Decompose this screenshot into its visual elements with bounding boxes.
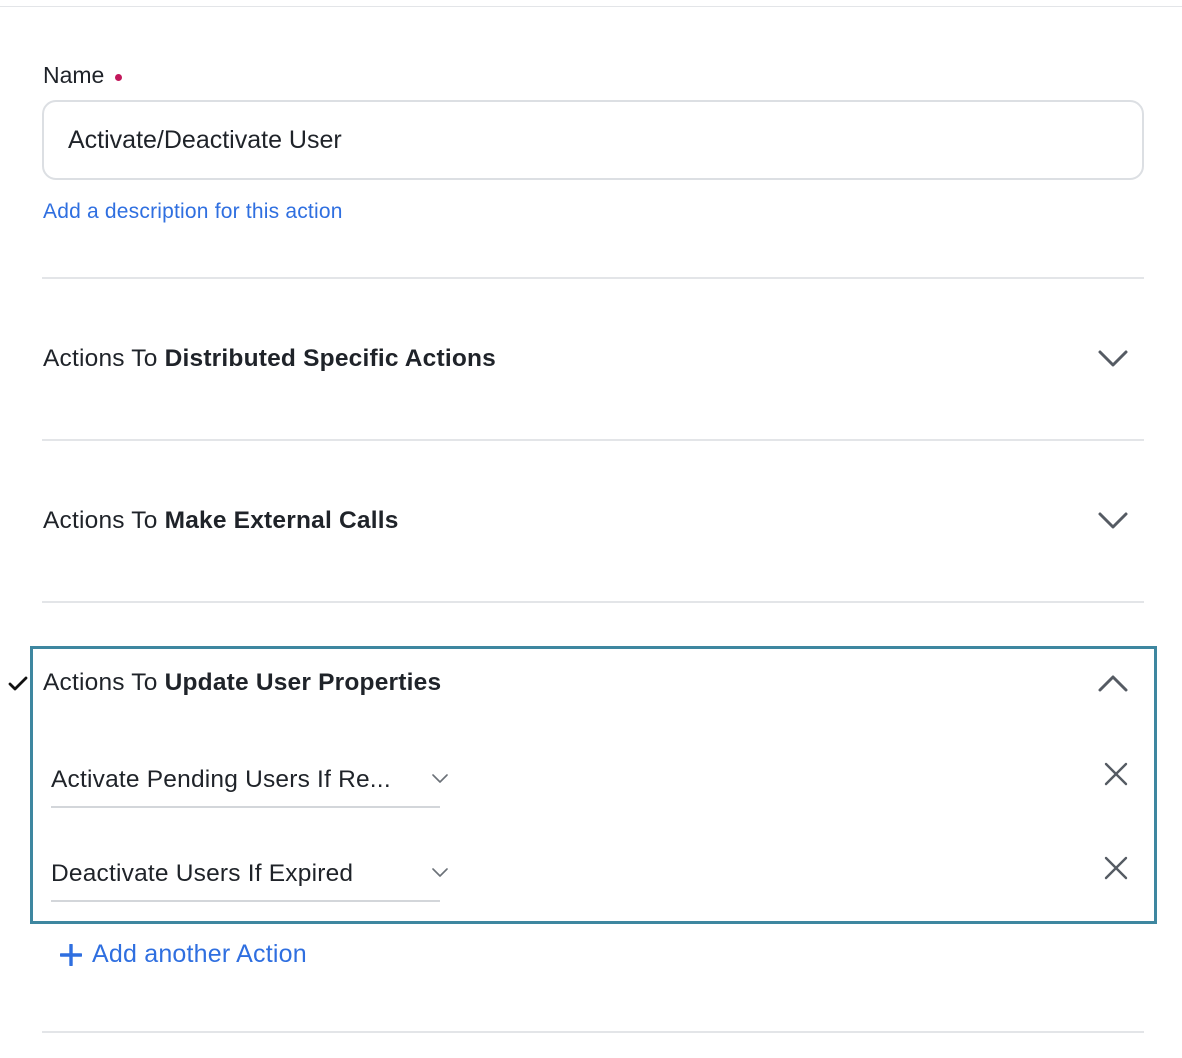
section-header-update-user-properties[interactable]: Actions To Update User Properties	[43, 669, 441, 697]
close-icon[interactable]	[1104, 856, 1128, 880]
action-select-activate-pending-users[interactable]: Activate Pending Users If Re...	[51, 758, 448, 808]
section-divider	[42, 601, 1144, 603]
action-select-value: Deactivate Users If Expired	[51, 860, 354, 887]
action-select-deactivate-users[interactable]: Deactivate Users If Expired	[51, 852, 448, 902]
section-divider	[42, 1031, 1144, 1033]
name-label-text: Name	[43, 62, 105, 88]
add-another-action-button[interactable]: Add another Action	[60, 940, 307, 969]
add-another-action-label: Add another Action	[92, 940, 307, 968]
section-title: Update User Properties	[164, 669, 442, 696]
action-select-value: Activate Pending Users If Re...	[51, 766, 391, 793]
chevron-up-icon[interactable]	[1097, 672, 1129, 694]
chevron-down-icon	[432, 868, 448, 877]
name-label: Name	[43, 62, 123, 89]
check-icon	[8, 676, 28, 691]
close-icon[interactable]	[1104, 762, 1128, 786]
chevron-down-icon	[432, 774, 448, 783]
chevron-down-icon[interactable]	[1097, 510, 1129, 532]
required-indicator	[115, 73, 123, 81]
action-editor: Name Add a description for this action A…	[0, 0, 1182, 1058]
chevron-down-icon[interactable]	[1097, 348, 1129, 370]
top-divider	[0, 6, 1182, 7]
section-title: Distributed Specific Actions	[164, 345, 497, 372]
name-input[interactable]	[42, 100, 1144, 180]
section-header-distributed-specific-actions[interactable]: Actions To Distributed Specific Actions	[43, 345, 496, 373]
plus-icon	[60, 943, 82, 966]
section-divider	[42, 439, 1144, 441]
section-title: Make External Calls	[164, 507, 399, 534]
add-description-link[interactable]: Add a description for this action	[43, 200, 343, 224]
section-divider	[42, 277, 1144, 279]
section-header-make-external-calls[interactable]: Actions To Make External Calls	[43, 507, 399, 535]
